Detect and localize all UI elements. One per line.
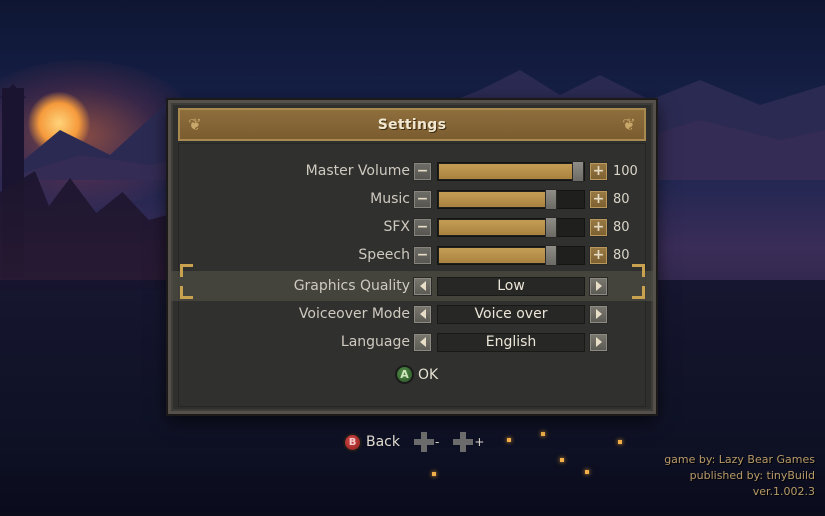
dpad-plus-hint[interactable]: + [439,432,484,452]
speech-slider[interactable] [437,244,585,266]
setting-label: Language [340,334,410,350]
slider-row-sfx: SFX − + 80 [179,215,647,239]
setting-label: SFX [383,219,410,235]
slider-handle[interactable] [545,244,557,266]
dpad-icon [414,432,434,452]
settings-body: Master Volume − + 100 Music − + 80 SFX − [171,143,655,407]
plus-icon: + [592,163,605,179]
window-light [560,458,564,462]
arrow-right-icon [595,309,602,319]
plus-button[interactable]: + [589,217,608,237]
minus-button[interactable]: − [413,161,432,181]
plus-icon: + [592,219,605,235]
plus-icon: + [592,247,605,263]
selection-bracket-icon [180,264,193,277]
minus-icon: − [416,219,429,235]
window-light [432,472,436,476]
slider-fill [439,219,552,235]
setting-label: Music [370,191,410,207]
selection-bracket-icon [180,286,193,299]
sfx-slider[interactable] [437,216,585,238]
slider-handle[interactable] [572,160,584,182]
back-button[interactable]: B Back [343,432,400,452]
music-slider[interactable] [437,188,585,210]
selection-bracket-icon [632,264,645,277]
window-light [541,432,545,436]
plus-button[interactable]: + [589,161,608,181]
next-option-button[interactable] [589,304,608,324]
next-option-button[interactable] [589,276,608,296]
slider-row-master-volume: Master Volume − + 100 [179,159,647,183]
selector-row-voiceover-mode[interactable]: Voiceover Mode Voice over [179,302,647,326]
minus-button[interactable]: − [413,217,432,237]
master-volume-slider[interactable] [437,160,585,182]
slider-fill [439,191,552,207]
minus-icon: − [416,163,429,179]
version-label: ver.1.002.3 [752,485,815,498]
setting-label: Graphics Quality [293,278,410,294]
minus-icon: − [416,247,429,263]
ornament-icon: ❦ [622,115,636,134]
prev-option-button[interactable] [413,276,432,296]
slider-handle[interactable] [545,188,557,210]
selection-bracket-icon [632,286,645,299]
dialog-title: Settings [377,116,447,133]
setting-label: Speech [358,247,410,263]
dialog-header: ❦ Settings ❦ [178,108,646,141]
arrow-right-icon [595,337,602,347]
settings-dialog: ❦ Settings ❦ Master Volume − + 100 Music… [168,100,656,414]
controller-hints: B Back - + [343,430,484,454]
selector-row-graphics-quality[interactable]: Graphics Quality Low [171,271,655,301]
setting-label: Voiceover Mode [298,306,410,322]
b-button-icon: B [343,432,362,452]
slider-value: 80 [613,247,630,263]
language-value: English [437,332,585,352]
plus-icon: + [592,191,605,207]
slider-row-speech: Speech − + 80 [179,243,647,267]
arrow-left-icon [419,309,426,319]
arrow-left-icon [419,337,426,347]
minus-button[interactable]: − [413,245,432,265]
credit-publisher: published by: tinyBuild [689,469,815,482]
slider-value: 80 [613,191,630,207]
minus-button[interactable]: − [413,189,432,209]
graphics-quality-value: Low [437,276,585,296]
window-light [618,440,622,444]
selector-row-language[interactable]: Language English [179,330,647,354]
window-light [507,438,511,442]
slider-fill [439,247,552,263]
prev-option-button[interactable] [413,332,432,352]
ok-label: OK [418,366,439,383]
minus-icon: − [416,191,429,207]
voiceover-mode-value: Voice over [437,304,585,324]
a-button-icon: A [395,365,414,384]
slider-row-music: Music − + 80 [179,187,647,211]
setting-label: Master Volume [305,163,410,179]
next-option-button[interactable] [589,332,608,352]
back-label: Back [366,434,400,450]
slider-handle[interactable] [545,216,557,238]
arrow-left-icon [419,281,426,291]
plus-button[interactable]: + [589,189,608,209]
window-light [585,470,589,474]
dpad-icon [453,432,474,452]
plus-sign: + [474,435,485,449]
prev-option-button[interactable] [413,304,432,324]
plus-button[interactable]: + [589,245,608,265]
ornament-icon: ❦ [188,115,202,134]
slider-fill [439,163,579,179]
slider-value: 100 [613,163,638,179]
credit-developer: game by: Lazy Bear Games [664,453,815,466]
ok-button[interactable]: A OK [395,365,438,384]
credits: game by: Lazy Bear Games published by: t… [664,452,815,500]
arrow-right-icon [595,281,602,291]
slider-value: 80 [613,219,630,235]
dpad-minus-hint[interactable]: - [400,432,439,452]
